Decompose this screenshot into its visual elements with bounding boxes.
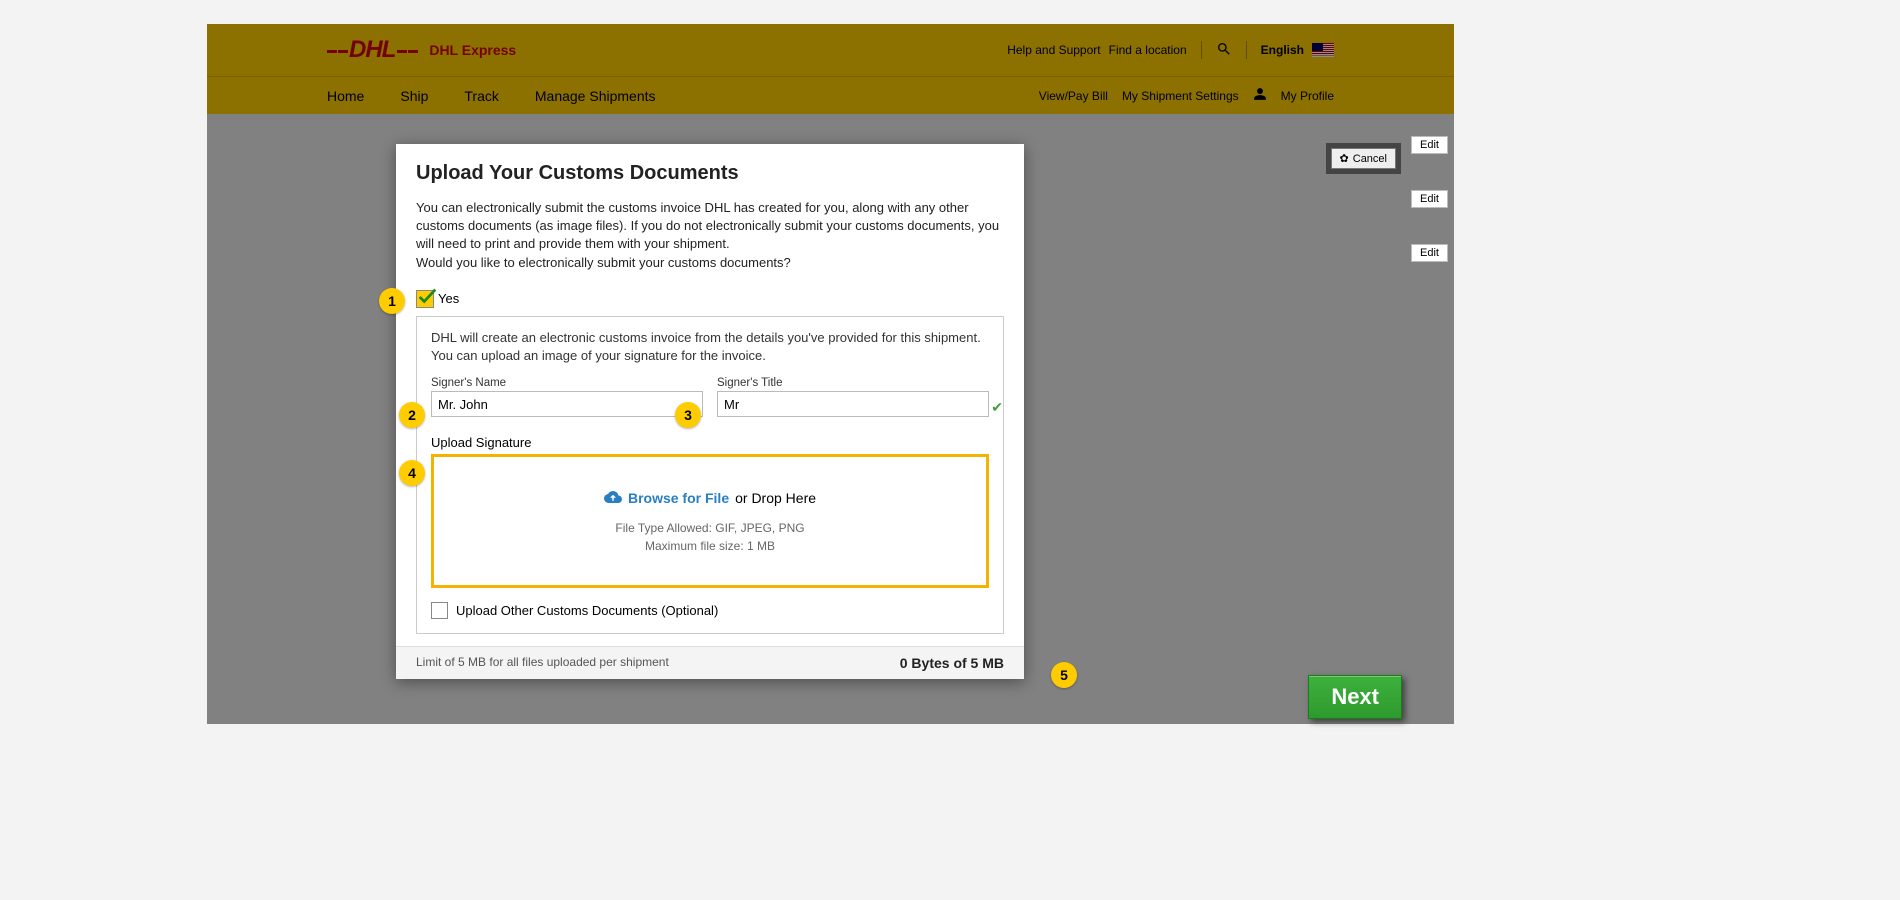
search-icon[interactable] [1216, 41, 1232, 60]
dhl-logo: DHL [327, 36, 419, 64]
nav-track[interactable]: Track [464, 88, 498, 104]
yes-row: Yes [416, 290, 1004, 308]
upload-section: Upload Signature Browse for File or Drop… [431, 435, 989, 588]
footer-limit-text: Limit of 5 MB for all files uploaded per… [416, 655, 669, 671]
callout-2: 2 [399, 402, 425, 428]
signer-title-input[interactable] [717, 391, 989, 417]
flag-icon [1312, 43, 1334, 57]
callout-3: 3 [675, 402, 701, 428]
top-bar-right: Help and Support Find a location English [1007, 41, 1334, 60]
signer-name-label: Signer's Name [431, 377, 703, 389]
nav-ship[interactable]: Ship [400, 88, 428, 104]
gear-icon: ✿ [1340, 152, 1349, 165]
other-docs-checkbox[interactable] [431, 602, 448, 619]
edit-button[interactable]: Edit [1411, 190, 1448, 208]
edit-button[interactable]: Edit [1411, 136, 1448, 154]
nav-viewpay[interactable]: View/Pay Bill [1039, 89, 1108, 103]
nav-settings[interactable]: My Shipment Settings [1122, 89, 1239, 103]
yes-label: Yes [438, 291, 459, 306]
app-window: DHL DHL Express Help and Support Find a l… [207, 24, 1454, 724]
separator [1246, 41, 1247, 59]
next-button[interactable]: Next [1308, 675, 1402, 719]
modal-title: Upload Your Customs Documents [416, 162, 1004, 185]
callout-5: 5 [1051, 662, 1077, 688]
cloud-upload-icon [604, 488, 622, 509]
customs-upload-modal: Upload Your Customs Documents You can el… [396, 144, 1024, 679]
cancel-label: Cancel [1353, 153, 1387, 165]
yes-checkbox[interactable] [416, 290, 434, 308]
browse-file-link[interactable]: Browse for File [628, 490, 729, 506]
signature-dropzone[interactable]: Browse for File or Drop Here File Type A… [431, 454, 989, 588]
edit-button[interactable]: Edit [1411, 244, 1448, 262]
nav-manage[interactable]: Manage Shipments [535, 88, 656, 104]
signer-title-label: Signer's Title [717, 377, 989, 389]
modal-description: You can electronically submit the custom… [416, 199, 1004, 272]
find-location-link[interactable]: Find a location [1109, 43, 1187, 57]
optional-row: Upload Other Customs Documents (Optional… [431, 602, 989, 619]
side-buttons: Edit Edit Edit [1411, 136, 1448, 262]
language-label[interactable]: English [1261, 43, 1304, 57]
callout-4: 4 [399, 460, 425, 486]
brand-text: DHL Express [429, 42, 516, 58]
or-drop-text: or Drop Here [735, 490, 816, 506]
panel-info: DHL will create an electronic customs in… [431, 329, 989, 365]
dropzone-hint: File Type Allowed: GIF, JPEG, PNG Maximu… [615, 519, 804, 555]
cancel-button[interactable]: ✿ Cancel [1331, 148, 1396, 169]
signer-panel: DHL will create an electronic customs in… [416, 316, 1004, 634]
footer-usage-text: 0 Bytes of 5 MB [900, 655, 1004, 671]
profile-icon[interactable] [1253, 87, 1267, 104]
upload-signature-label: Upload Signature [431, 435, 989, 450]
signer-name-input[interactable] [431, 391, 703, 417]
nav-home[interactable]: Home [327, 88, 364, 104]
nav-bar: Home Ship Track Manage Shipments View/Pa… [207, 76, 1454, 114]
help-support-link[interactable]: Help and Support [1007, 43, 1100, 57]
nav-profile[interactable]: My Profile [1281, 89, 1334, 103]
callout-1: 1 [379, 288, 405, 314]
other-docs-label: Upload Other Customs Documents (Optional… [456, 603, 718, 618]
valid-check-icon: ✔ [991, 399, 1003, 416]
separator [1201, 41, 1202, 59]
top-bar: DHL DHL Express Help and Support Find a l… [207, 24, 1454, 76]
modal-footer: Limit of 5 MB for all files uploaded per… [396, 646, 1024, 679]
